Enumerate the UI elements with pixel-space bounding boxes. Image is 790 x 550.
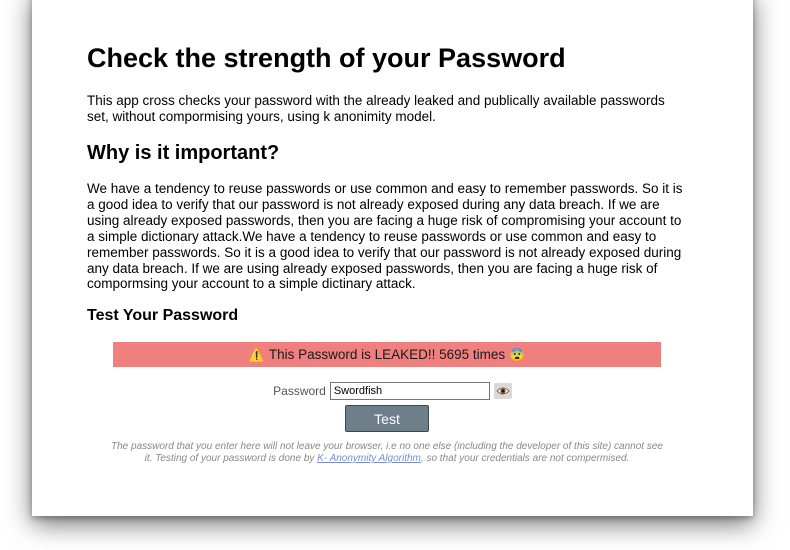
password-input[interactable] — [329, 382, 490, 400]
alert-text: This Password is LEAKED!! 5695 times — [268, 347, 506, 362]
fearful-face-icon: 😨 — [509, 346, 526, 362]
test-button[interactable]: Test — [345, 405, 429, 432]
password-label: Password — [273, 384, 326, 398]
page-title: Check the strength of your Password — [87, 43, 566, 73]
why-heading: Why is it important? — [87, 142, 280, 164]
test-heading: Test Your Password — [87, 307, 239, 324]
privacy-note: The password that you enter here will no… — [107, 441, 667, 465]
warning-icon: ⚠️ — [248, 346, 265, 362]
k-anonymity-link[interactable]: K- Anonymity Algorithm — [317, 453, 421, 464]
note-text-end: , so that your credentials are not compe… — [420, 453, 630, 464]
why-text: We have a tendency to reuse passwords or… — [87, 181, 683, 292]
main-card: Check the strength of your Password This… — [32, 0, 753, 516]
intro-text: This app cross checks your password with… — [87, 93, 665, 124]
eye-icon[interactable] — [493, 383, 512, 399]
password-form: Password — [32, 382, 753, 400]
leak-alert: ⚠️ This Password is LEAKED!! 5695 times … — [113, 342, 661, 367]
